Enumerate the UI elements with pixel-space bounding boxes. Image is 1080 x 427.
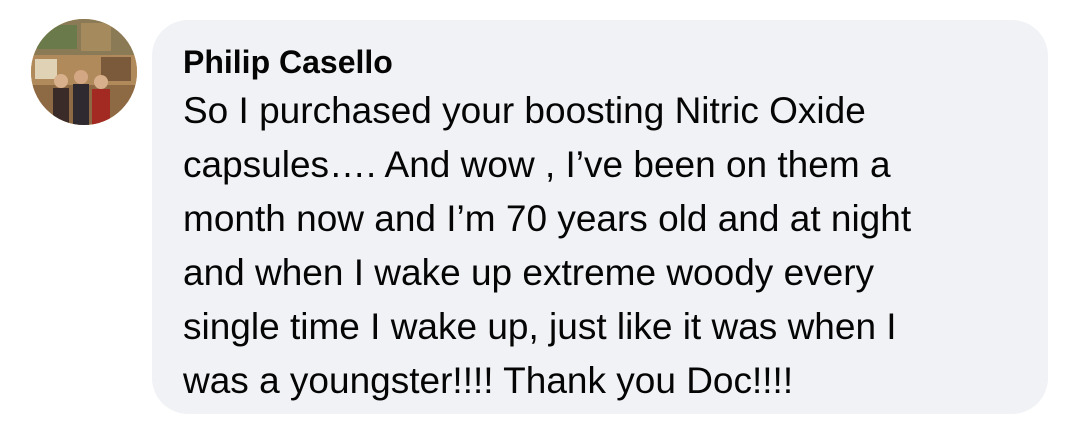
avatar[interactable] [31,19,137,125]
comment-text: So I purchased your boosting Nitric Oxid… [183,90,912,401]
comment: Philip Casello So I purchased your boost… [0,0,1080,427]
comment-author[interactable]: Philip Casello [183,42,1018,82]
avatar-photo [31,19,137,125]
comment-bubble: Philip Casello So I purchased your boost… [152,20,1048,414]
